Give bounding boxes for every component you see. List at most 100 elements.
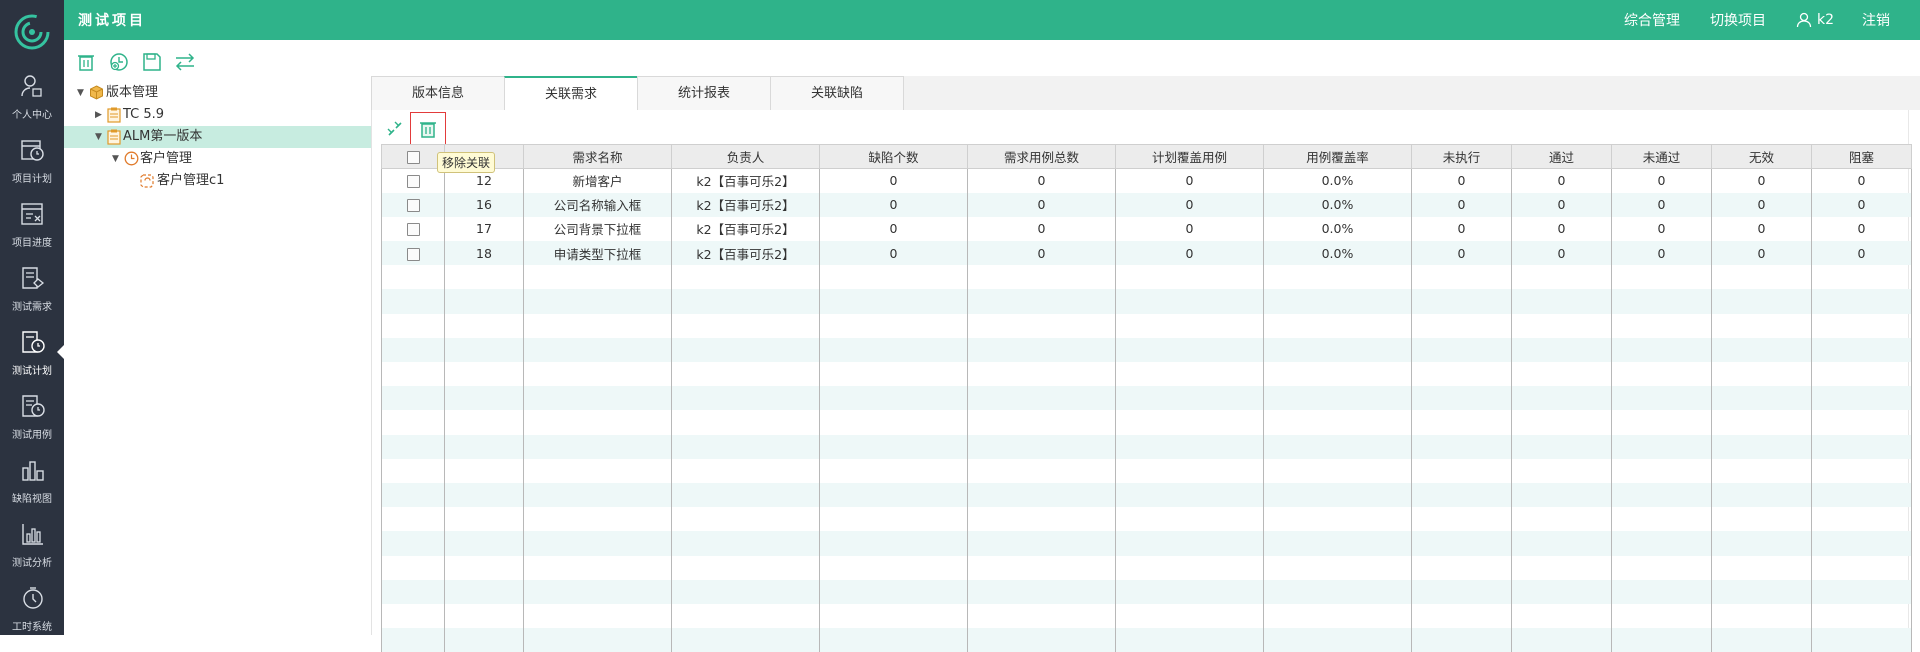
collapse-arrow-icon[interactable]: ▼ xyxy=(112,148,119,170)
row-invalid xyxy=(1711,289,1812,314)
row-select-cell xyxy=(381,192,445,217)
column-header-defects[interactable]: 缺陷个数 xyxy=(819,144,968,169)
row-coverage xyxy=(1263,555,1412,580)
tree-label-tc59: TC 5.9 xyxy=(123,107,165,122)
tab-version-info[interactable]: 版本信息 xyxy=(371,76,505,110)
tree-node-customer-mgmt-c1[interactable]: 客户管理c1 xyxy=(64,170,371,192)
column-header-passed[interactable]: 通过 xyxy=(1511,144,1612,169)
row-planned-cases xyxy=(1115,265,1264,290)
transfer-button[interactable] xyxy=(175,52,195,72)
delete-version-button[interactable] xyxy=(76,52,96,72)
tree-node-root[interactable]: ▼ 版本管理 xyxy=(64,82,371,104)
row-passed xyxy=(1511,362,1612,387)
row-checkbox[interactable] xyxy=(406,247,420,261)
sidebar-item-test-analysis[interactable]: 测试分析 xyxy=(0,512,64,576)
column-header-owner[interactable]: 负责人 xyxy=(671,144,820,169)
tree-toolbar xyxy=(76,52,195,72)
empty-table-row xyxy=(381,507,1912,532)
row-planned-cases xyxy=(1115,603,1264,629)
row-name xyxy=(523,458,672,483)
row-passed xyxy=(1511,458,1612,483)
sidebar-item-defect-view[interactable]: 缺陷视图 xyxy=(0,448,64,512)
row-blocked xyxy=(1811,507,1912,532)
row-failed xyxy=(1611,628,1712,652)
tab-linked-defects[interactable]: 关联缺陷 xyxy=(770,76,904,110)
collapse-arrow-icon[interactable]: ▼ xyxy=(95,126,102,148)
row-failed xyxy=(1611,265,1712,290)
empty-table-row xyxy=(381,337,1912,362)
row-not-run xyxy=(1411,628,1512,652)
row-id xyxy=(444,603,524,629)
switch-project-link[interactable]: 切换项目 xyxy=(1710,10,1766,30)
row-passed xyxy=(1511,603,1612,629)
row-coverage xyxy=(1263,289,1412,314)
row-select-cell xyxy=(381,579,445,604)
table-row[interactable]: 17 公司背景下拉框 k2【百事可乐2】 0 0 0 0.0% 0 0 0 0 0 xyxy=(381,216,1912,242)
sidebar-item-project-plan[interactable]: 项目计划 xyxy=(0,128,64,192)
row-planned-cases xyxy=(1115,555,1264,580)
sidebar-item-test-plan[interactable]: 测试计划 xyxy=(0,320,64,384)
row-total-cases xyxy=(967,337,1116,362)
add-version-button[interactable] xyxy=(109,52,129,72)
sidebar-item-test-case[interactable]: 测试用例 xyxy=(0,384,64,448)
sidebar-item-timesheet[interactable]: 工时系统 xyxy=(0,576,64,640)
test-case-icon xyxy=(22,395,45,417)
table-row[interactable]: 12 新增客户 k2【百事可乐2】 0 0 0 0.0% 0 0 0 0 0 xyxy=(381,168,1912,193)
row-failed xyxy=(1611,531,1712,556)
column-header-planned-cases[interactable]: 计划覆盖用例 xyxy=(1115,144,1264,169)
row-name: 新增客户 xyxy=(523,168,672,193)
tab-linked-requirements[interactable]: 关联需求 xyxy=(504,76,638,110)
row-id xyxy=(444,289,524,314)
select-all-cell[interactable] xyxy=(381,144,445,169)
row-coverage xyxy=(1263,337,1412,362)
logout-link[interactable]: 注销 xyxy=(1862,10,1890,30)
save-button[interactable] xyxy=(142,52,162,72)
column-header-not-run[interactable]: 未执行 xyxy=(1411,144,1512,169)
tree-node-customer-mgmt[interactable]: ▼ 客户管理 xyxy=(64,148,371,170)
sidebar-item-personal[interactable]: 个人中心 xyxy=(0,64,64,128)
table-row[interactable]: 16 公司名称输入框 k2【百事可乐2】 0 0 0 0.0% 0 0 0 0 0 xyxy=(381,192,1912,217)
row-checkbox[interactable] xyxy=(406,199,420,213)
row-name: 申请类型下拉框 xyxy=(523,241,672,266)
row-select-cell xyxy=(381,265,445,290)
column-header-coverage[interactable]: 用例覆盖率 xyxy=(1263,144,1412,169)
select-all-checkbox[interactable] xyxy=(406,151,420,164)
column-header-invalid[interactable]: 无效 xyxy=(1711,144,1812,169)
row-not-run xyxy=(1411,289,1512,314)
remove-link-button[interactable] xyxy=(410,112,446,145)
user-menu[interactable]: k2 xyxy=(1796,12,1834,28)
row-invalid xyxy=(1711,410,1812,435)
collapse-arrow-icon[interactable]: ▼ xyxy=(77,82,84,104)
row-invalid xyxy=(1711,386,1812,411)
app-logo[interactable] xyxy=(0,0,64,64)
row-checkbox[interactable] xyxy=(406,175,420,189)
column-header-total-cases[interactable]: 需求用例总数 xyxy=(967,144,1116,169)
empty-table-row xyxy=(381,289,1912,314)
row-id xyxy=(444,628,524,652)
row-name xyxy=(523,289,672,314)
row-invalid xyxy=(1711,458,1812,483)
link-requirement-button[interactable] xyxy=(384,118,406,140)
sidebar-item-test-requirement[interactable]: 测试需求 xyxy=(0,256,64,320)
tree-node-alm-v1[interactable]: ▼ ALM第一版本 xyxy=(64,126,371,148)
tab-statistics[interactable]: 统计报表 xyxy=(637,76,771,110)
row-select-cell xyxy=(381,555,445,580)
tree-node-tc59[interactable]: ▶ TC 5.9 xyxy=(64,104,371,126)
sidebar-item-project-progress[interactable]: 项目进度 xyxy=(0,192,64,256)
row-owner xyxy=(671,482,820,508)
table-row[interactable]: 18 申请类型下拉框 k2【百事可乐2】 0 0 0 0.0% 0 0 0 0 0 xyxy=(381,241,1912,266)
row-checkbox[interactable] xyxy=(406,223,420,237)
column-header-blocked[interactable]: 阻塞 xyxy=(1811,144,1912,169)
expand-arrow-icon[interactable]: ▶ xyxy=(95,104,102,126)
row-owner xyxy=(671,337,820,362)
row-blocked xyxy=(1811,458,1912,483)
row-coverage: 0.0% xyxy=(1263,168,1412,193)
row-failed xyxy=(1611,313,1712,338)
column-header-failed[interactable]: 未通过 xyxy=(1611,144,1712,169)
column-header-name[interactable]: 需求名称 xyxy=(523,144,672,169)
row-total-cases xyxy=(967,507,1116,532)
manage-link[interactable]: 综合管理 xyxy=(1624,10,1680,30)
row-planned-cases: 0 xyxy=(1115,241,1264,266)
row-not-run xyxy=(1411,265,1512,290)
row-failed xyxy=(1611,579,1712,604)
